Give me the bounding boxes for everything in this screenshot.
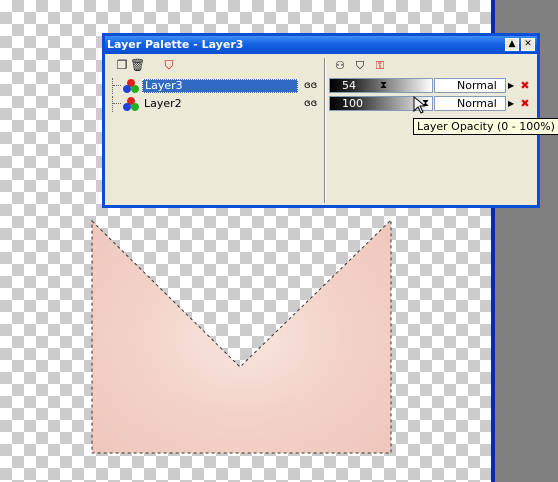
visibility-glasses-icon[interactable]: ɞɞ	[304, 98, 317, 109]
tree-line	[112, 78, 123, 94]
opacity-marker-icon[interactable]: ⧗	[380, 79, 387, 92]
layer-name[interactable]: Layer2	[142, 97, 184, 111]
close-icon[interactable]: ✕	[521, 38, 535, 51]
layer-lock-icon[interactable]: ✖	[518, 97, 532, 111]
layer-lock-icon[interactable]: ✖	[518, 79, 532, 93]
mouse-pointer-icon	[413, 96, 425, 114]
minimize-icon[interactable]: ▲	[505, 38, 519, 51]
blend-mode-select[interactable]: Normal	[434, 78, 506, 93]
blend-mode-arrow-icon[interactable]: ▶	[508, 79, 515, 92]
opacity-slider[interactable]: 54 ⧗	[329, 78, 433, 93]
layer-name[interactable]: Layer3	[142, 79, 298, 93]
opacity-value: 100	[342, 97, 363, 110]
palette-title-bar[interactable]: Layer Palette - Layer3 ▲ ✕	[105, 36, 537, 54]
pane-divider[interactable]	[324, 58, 326, 203]
layer-list-pane: ❐ 🗑 ⛉ Layer3 ɞɞ Layer2 ɞɞ	[109, 58, 321, 203]
mask-tab-icon[interactable]: ⛉	[352, 58, 368, 74]
visibility-glasses-icon[interactable]: ɞɞ	[304, 80, 317, 91]
tree-line	[112, 96, 123, 112]
mask-icon[interactable]: ⛉	[162, 58, 176, 72]
raster-layer-icon	[123, 97, 139, 111]
opacity-tooltip: Layer Opacity (0 - 100%)	[413, 118, 558, 135]
link-tab-icon[interactable]: ⚿	[372, 58, 388, 74]
raster-layer-icon	[123, 79, 139, 93]
opacity-value: 54	[342, 79, 356, 92]
layer-visibility-tab-icon[interactable]: ⚇	[332, 58, 348, 74]
palette-title: Layer Palette - Layer3	[107, 38, 244, 51]
layer-row-layer3[interactable]: Layer3 ɞɞ	[112, 78, 320, 94]
delete-layer-icon[interactable]: 🗑	[130, 58, 145, 72]
blend-mode-arrow-icon[interactable]: ▶	[508, 97, 515, 110]
blend-mode-select[interactable]: Normal	[434, 96, 506, 111]
new-layer-icon[interactable]: ❐	[115, 58, 129, 72]
layer-row-layer2[interactable]: Layer2 ɞɞ	[112, 96, 320, 112]
